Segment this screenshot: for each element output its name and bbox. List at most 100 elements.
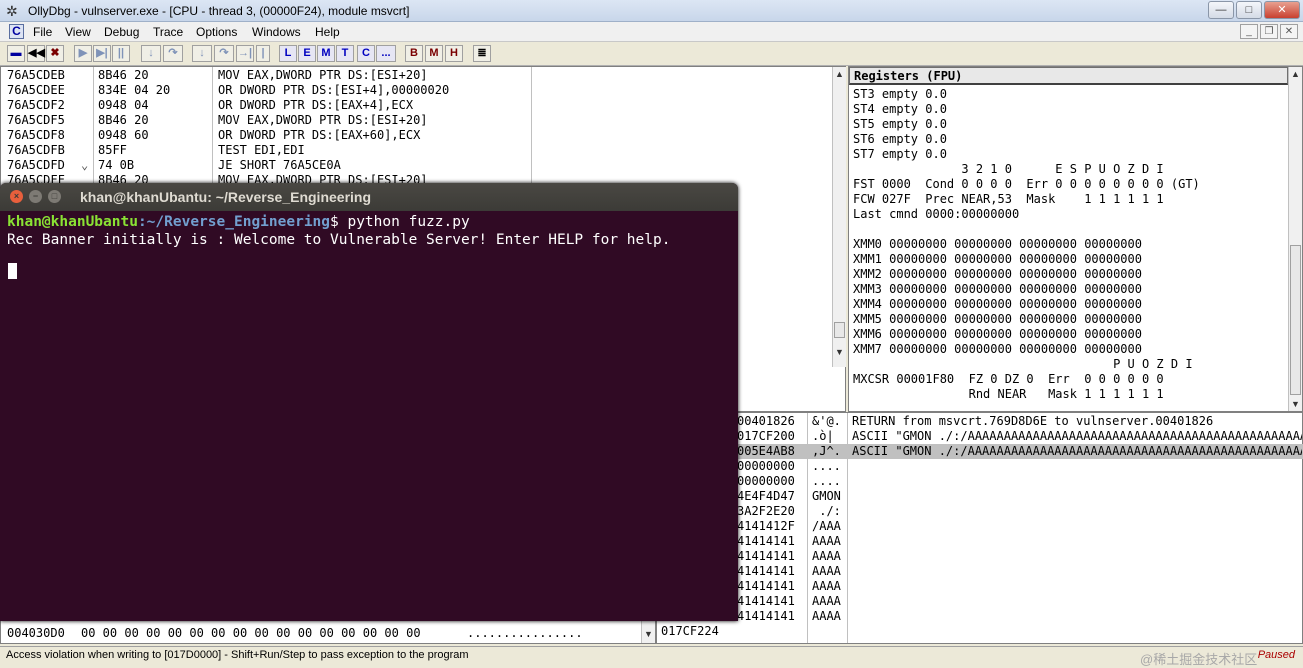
memory-breakpoints-button[interactable]: M <box>425 45 443 62</box>
disasm-row[interactable]: 76A5CDF8 0948 60 OR DWORD PTR DS:[EAX+60],… <box>1 128 831 143</box>
disasm-row[interactable]: 76A5CDF5 8B46 20 MOV EAX,DWORD PTR DS:[ESI… <box>1 113 831 128</box>
pause-icon[interactable]: || <box>112 45 130 62</box>
menu-windows[interactable]: Windows <box>252 25 301 39</box>
registers-scrollbar[interactable]: ▲ ▼ <box>1288 67 1302 411</box>
registers-pane[interactable]: Registers (FPU) ST3 empty 0.0 ST4 empty 0… <box>848 66 1303 412</box>
register-line[interactable]: XMM5 00000000 00000000 00000000 00000000 <box>853 312 1142 327</box>
go-to-user-code-icon[interactable]: | <box>256 45 270 62</box>
register-line[interactable]: ST7 empty 0.0 <box>853 147 947 162</box>
stack-row[interactable]: 4E4F4D47 GMON <box>657 489 1303 504</box>
register-line[interactable]: XMM7 00000000 00000000 00000000 00000000 <box>853 342 1142 357</box>
menu-help[interactable]: Help <box>315 25 340 39</box>
menu-debug[interactable]: Debug <box>104 25 139 39</box>
menu-view[interactable]: View <box>65 25 91 39</box>
stack-row[interactable]: 41414141 AAAA <box>657 609 1303 624</box>
memory-map-button[interactable]: M <box>317 45 335 62</box>
disasm-row[interactable]: 76A5CDF2 0948 04 OR DWORD PTR DS:[EAX+4],E… <box>1 98 831 113</box>
register-line[interactable]: XMM4 00000000 00000000 00000000 00000000 <box>853 297 1142 312</box>
breakpoints-window-button[interactable]: B <box>405 45 423 62</box>
register-line[interactable]: FST 0000 Cond 0 0 0 0 Err 0 0 0 0 0 0 0 … <box>853 177 1200 192</box>
scroll-up-arrow-icon[interactable]: ▲ <box>1289 67 1302 81</box>
stack-row[interactable]: 41414141 AAAA <box>657 564 1303 579</box>
scroll-down-arrow-icon[interactable]: ▼ <box>642 627 655 641</box>
register-line[interactable]: ST6 empty 0.0 <box>853 132 947 147</box>
child-restore-button[interactable]: ❐ <box>1260 24 1278 39</box>
stack-pane[interactable]: 00401826 &'@. RETURN from msvcrt.769D8D6E … <box>655 412 1303 644</box>
scroll-down-arrow-icon[interactable]: ▼ <box>833 345 846 359</box>
stack-row[interactable]: 005E4AB8 ,J^. ASCII "GMON ./:/AAAAAAAAAAAA… <box>657 444 1303 459</box>
dump-ascii: ................ <box>467 626 583 640</box>
minimize-icon[interactable]: − <box>29 190 42 203</box>
disasm-row[interactable]: 76A5CDFD ⌄ 74 0B JE SHORT 76A5CE0A <box>1 158 831 173</box>
toolbar: ▬ ◀◀ ✖ ▶ ▶| || ↓ ↷ ↓ ↷ →| | L E M T C ..… <box>0 42 1303 66</box>
register-line[interactable]: Rnd NEAR Mask 1 1 1 1 1 1 <box>853 387 1164 402</box>
close-icon[interactable]: × <box>10 190 23 203</box>
stack-row[interactable]: 00000000.... <box>657 459 1303 474</box>
hardware-breakpoints-button[interactable]: H <box>445 45 463 62</box>
registers-header[interactable]: Registers (FPU) <box>854 69 962 83</box>
terminal-window[interactable]: × − □ khan@khanUbantu: ~/Reverse_Enginee… <box>0 183 738 621</box>
register-line[interactable]: ST4 empty 0.0 <box>853 102 947 117</box>
register-line[interactable]: MXCSR 00001F80 FZ 0 DZ 0 Err 0 0 0 0 0 0 <box>853 372 1164 387</box>
patches-window-button[interactable]: ... <box>376 45 396 62</box>
register-line[interactable]: ST5 empty 0.0 <box>853 117 947 132</box>
step-over-icon[interactable]: ↷ <box>163 45 183 62</box>
child-close-button[interactable]: ✕ <box>1280 24 1298 39</box>
stack-row[interactable]: 017CF200 .ò| ASCII "GMON ./:/AAAAAAAAAAAAA… <box>657 429 1303 444</box>
scroll-down-arrow-icon[interactable]: ▼ <box>1289 397 1302 411</box>
disasm-row[interactable]: 76A5CDEB 8B46 20 MOV EAX,DWORD PTR DS:[ESI… <box>1 68 831 83</box>
stack-row[interactable]: 4141412F/AAA <box>657 519 1303 534</box>
dump-hex: 00 00 00 00 00 00 00 00 00 00 00 00 00 0… <box>81 626 421 640</box>
terminal-title: khan@khanUbantu: ~/Reverse_Engineering <box>80 189 372 205</box>
stack-row[interactable]: 00000000.... <box>657 474 1303 489</box>
menu-trace[interactable]: Trace <box>153 25 183 39</box>
maximize-button[interactable]: □ <box>1236 1 1262 19</box>
menu-file[interactable]: File <box>33 25 52 39</box>
menu-options[interactable]: Options <box>196 25 237 39</box>
list-icon[interactable]: ≣ <box>473 45 491 62</box>
register-line[interactable]: XMM2 00000000 00000000 00000000 00000000 <box>853 267 1142 282</box>
stack-value: 41414141 <box>737 609 795 623</box>
threads-window-button[interactable]: T <box>336 45 354 62</box>
register-line[interactable]: XMM6 00000000 00000000 00000000 00000000 <box>853 327 1142 342</box>
maximize-icon[interactable]: □ <box>48 190 61 203</box>
execute-till-return-icon[interactable]: →| <box>236 45 254 62</box>
close-program-icon[interactable]: ✖ <box>46 45 64 62</box>
trace-into-icon[interactable]: ↓ <box>192 45 212 62</box>
child-minimize-button[interactable]: _ <box>1240 24 1258 39</box>
disasm-row[interactable]: 76A5CDEE 834E 04 20 OR DWORD PTR DS:[ESI+4… <box>1 83 831 98</box>
restart-icon[interactable]: ◀◀ <box>27 45 45 62</box>
register-line[interactable]: FCW 027F Prec NEAR,53 Mask 1 1 1 1 1 1 <box>853 192 1164 207</box>
step-into-icon[interactable]: ↓ <box>141 45 161 62</box>
register-line[interactable]: XMM0 00000000 00000000 00000000 00000000 <box>853 237 1142 252</box>
terminal-titlebar[interactable]: × − □ khan@khanUbantu: ~/Reverse_Enginee… <box>0 183 738 211</box>
trace-over-icon[interactable]: ↷ <box>214 45 234 62</box>
cpu-window-icon[interactable]: C <box>9 24 24 39</box>
register-line[interactable]: ST3 empty 0.0 <box>853 87 947 102</box>
register-line[interactable]: XMM1 00000000 00000000 00000000 00000000 <box>853 252 1142 267</box>
terminal-output[interactable]: khan@khanUbantu:~/Reverse_Engineering$ p… <box>7 213 670 249</box>
scroll-thumb[interactable] <box>834 322 845 338</box>
run-thread-icon[interactable]: ▶| <box>93 45 111 62</box>
register-line[interactable]: P U O Z D I <box>853 357 1192 372</box>
minimize-button[interactable]: — <box>1208 1 1234 19</box>
stack-row[interactable]: 00401826 &'@. RETURN from msvcrt.769D8D6E … <box>657 414 1303 429</box>
cpu-window-button[interactable]: C <box>357 45 375 62</box>
close-button[interactable]: ✕ <box>1264 1 1300 19</box>
stack-row[interactable]: 41414141 AAAA <box>657 579 1303 594</box>
disasm-row[interactable]: 76A5CDFB 85FF TEST EDI,EDI <box>1 143 831 158</box>
scroll-thumb[interactable] <box>1290 245 1301 395</box>
stack-row[interactable]: 3A2F2E20 ./: <box>657 504 1303 519</box>
stack-row[interactable]: 41414141 AAAA <box>657 534 1303 549</box>
disassembly-scrollbar[interactable]: ▲ ▼ <box>832 67 846 367</box>
scroll-up-arrow-icon[interactable]: ▲ <box>833 67 846 81</box>
stack-row[interactable]: 41414141 AAAA <box>657 549 1303 564</box>
open-file-icon[interactable]: ▬ <box>7 45 25 62</box>
stack-row[interactable]: 41414141 AAAA <box>657 594 1303 609</box>
executables-window-button[interactable]: E <box>298 45 316 62</box>
run-icon[interactable]: ▶ <box>74 45 92 62</box>
register-line[interactable]: Last cmnd 0000:00000000 <box>853 207 1019 222</box>
log-window-button[interactable]: L <box>279 45 297 62</box>
register-line[interactable]: XMM3 00000000 00000000 00000000 00000000 <box>853 282 1142 297</box>
register-line[interactable]: 3 2 1 0 E S P U O Z D I <box>853 162 1163 177</box>
